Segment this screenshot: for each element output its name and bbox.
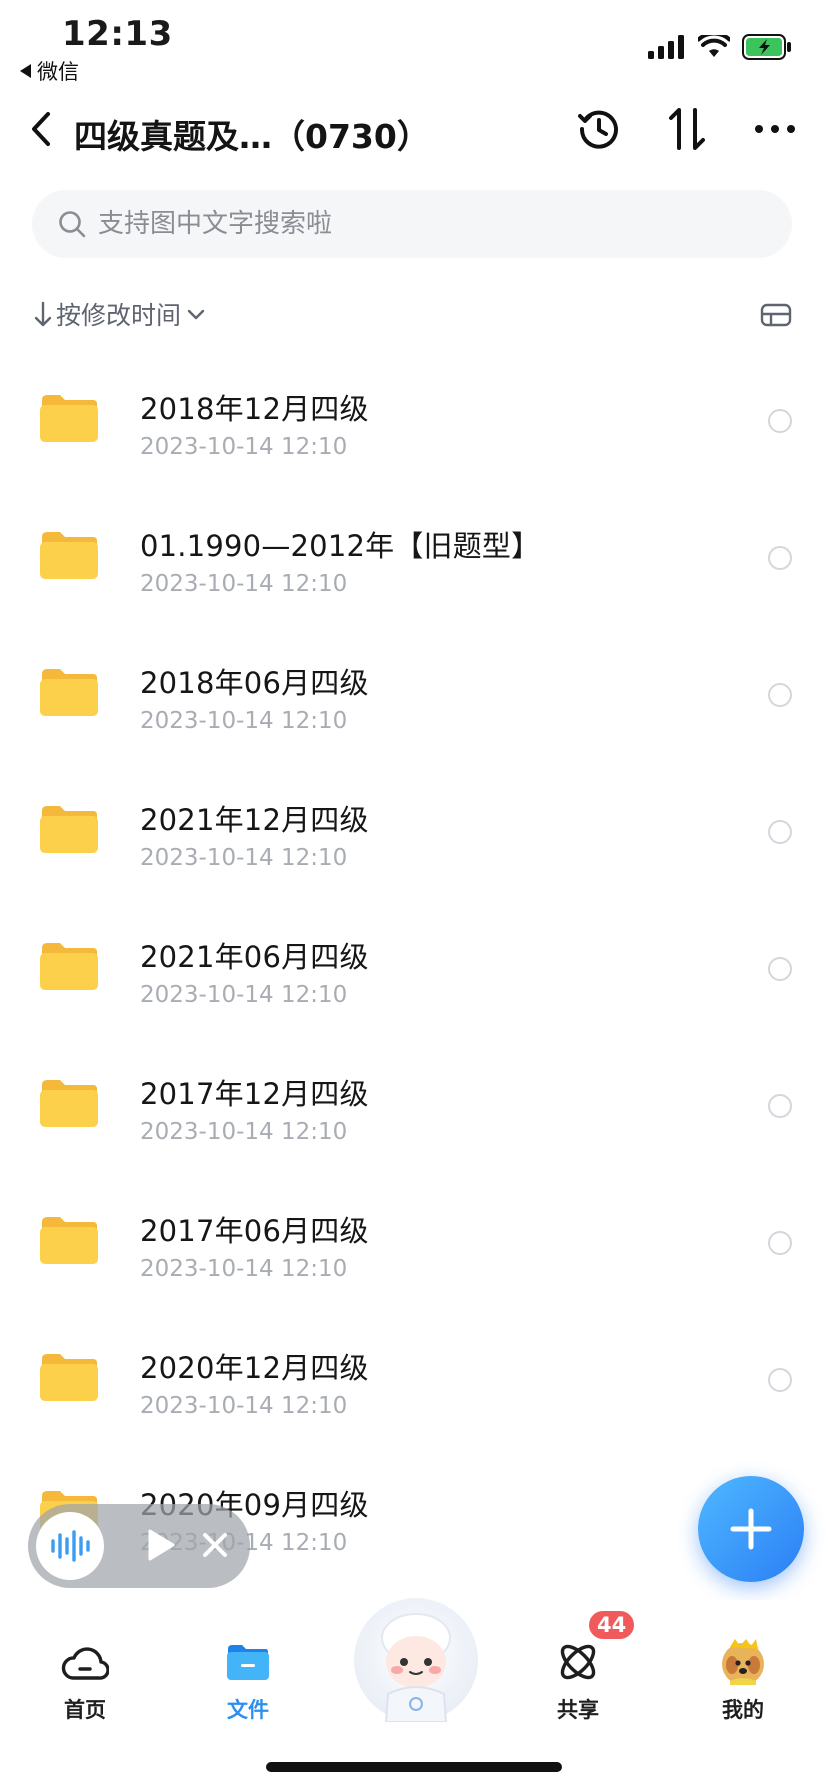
file-name: 2018年06月四级 [140,666,369,700]
tab-home[interactable]: 首页 [30,1634,140,1724]
select-radio[interactable] [768,1231,792,1255]
file-row[interactable]: 01.1990—2012年【旧题型】 2023-10-14 12:10 [0,489,828,626]
avatar-dog-icon [722,1639,764,1685]
file-row[interactable]: 2017年12月四级 2023-10-14 12:10 [0,1037,828,1174]
more-dots-icon [755,125,795,133]
file-date: 2023-10-14 12:10 [140,434,348,460]
file-name: 01.1990—2012年【旧题型】 [140,529,541,563]
file-date: 2023-10-14 12:10 [140,571,348,597]
folder-icon [40,1217,98,1264]
plus-icon [730,1508,772,1550]
search-bar[interactable] [32,190,792,258]
folder-icon [40,1354,98,1401]
history-clock-icon [578,110,618,149]
file-name: 2018年12月四级 [140,392,369,426]
sort-row: 按修改时间 [0,290,828,340]
file-name: 2017年06月四级 [140,1214,369,1248]
file-name: 2017年12月四级 [140,1077,369,1111]
list-view-icon [760,303,792,327]
search-icon [59,211,86,238]
folder-icon [40,669,98,716]
tab-mine[interactable]: 我的 [688,1634,798,1724]
nav-bar: 四级真题及…（0730） [0,92,828,168]
select-radio[interactable] [768,546,792,570]
file-name: 2021年06月四级 [140,940,369,974]
tab-label: 我的 [722,1698,764,1722]
select-radio[interactable] [768,409,792,433]
folder-icon [40,806,98,853]
file-date: 2023-10-14 12:10 [140,982,348,1008]
folder-icon [40,395,98,442]
system-icons [648,34,792,60]
file-row[interactable]: 2017年06月四级 2023-10-14 12:10 [0,1174,828,1311]
tab-label: 共享 [557,1698,599,1722]
folder-icon [40,532,98,579]
file-row[interactable]: 2021年06月四级 2023-10-14 12:10 [0,900,828,1037]
home-indicator[interactable] [266,1762,562,1772]
back-app-label: 微信 [37,60,79,84]
sort-button[interactable] [664,102,710,156]
battery-icon [742,34,791,60]
tab-files[interactable]: 文件 [193,1634,303,1724]
file-name: 2020年12月四级 [140,1351,369,1385]
back-triangle-icon [20,64,31,78]
cloud-icon [61,1647,109,1680]
file-date: 2023-10-14 12:10 [140,1393,348,1419]
file-row[interactable]: 2020年12月四级 2023-10-14 12:10 [0,1311,828,1448]
file-date: 2023-10-14 12:10 [140,708,348,734]
file-date: 2023-10-14 12:10 [140,1256,348,1282]
play-icon[interactable] [146,1528,176,1562]
select-radio[interactable] [768,683,792,707]
mascot-assistant-button[interactable] [354,1598,478,1723]
file-row[interactable]: 2018年12月四级 2023-10-14 12:10 [0,352,828,489]
floating-audio-player[interactable] [28,1504,250,1588]
back-button[interactable] [22,104,62,154]
file-date: 2023-10-14 12:10 [140,1119,348,1145]
status-time: 12:13 [62,14,173,54]
file-date: 2023-10-14 12:10 [140,845,348,871]
folder-icon [40,943,98,990]
folder-icon [227,1645,269,1680]
sound-wave-icon [51,1530,90,1562]
audio-wave-button[interactable] [36,1512,104,1580]
file-row[interactable]: 2021年12月四级 2023-10-14 12:10 [0,763,828,900]
notification-badge: 44 [586,1608,638,1642]
add-button[interactable] [698,1476,804,1582]
arrow-down-icon [34,301,52,327]
folder-icon [40,1080,98,1127]
mascot-avatar-icon [381,1613,451,1723]
sort-by-modified-button[interactable]: 按修改时间 [34,296,207,332]
nav-actions [576,102,798,156]
select-radio[interactable] [768,1368,792,1392]
file-name: 2021年12月四级 [140,803,369,837]
sort-arrows-icon [669,108,705,150]
view-mode-toggle[interactable] [760,302,792,328]
tab-label: 首页 [64,1698,106,1722]
sort-label: 按修改时间 [56,301,182,330]
select-radio[interactable] [768,820,792,844]
wifi-icon [698,35,730,57]
tab-share[interactable]: 44 共享 [523,1608,638,1724]
tab-label: 文件 [227,1698,269,1722]
signal-icon [648,35,684,59]
page-title: 四级真题及…（0730） [74,117,430,156]
status-bar: 12:13 微信 [0,0,828,90]
search-input[interactable] [98,209,698,239]
more-button[interactable] [752,102,798,156]
select-radio[interactable] [768,957,792,981]
chevron-down-icon [187,309,205,320]
select-radio[interactable] [768,1094,792,1118]
file-list: 2018年12月四级 2023-10-14 12:10 01.1990—2012… [0,352,828,1585]
file-row[interactable]: 2018年06月四级 2023-10-14 12:10 [0,626,828,763]
history-button[interactable] [576,102,622,156]
chevron-left-icon [32,112,50,146]
share-orbit-icon [560,1644,596,1680]
close-icon[interactable] [200,1530,230,1560]
back-to-app-link[interactable]: 微信 [20,56,79,86]
